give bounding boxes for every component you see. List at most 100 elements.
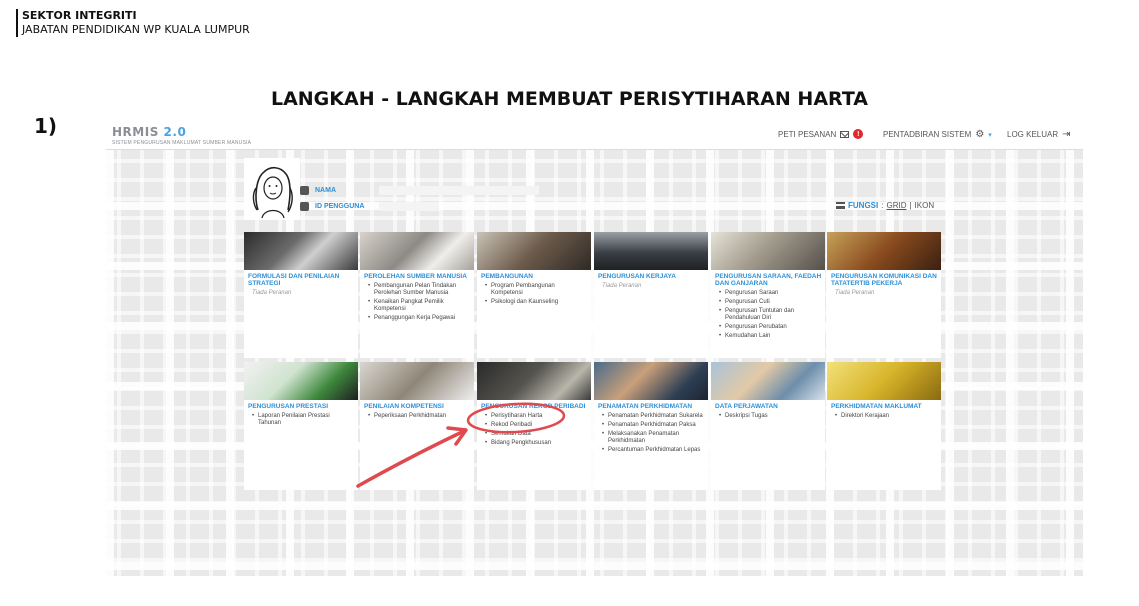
tile-image [244,232,358,270]
view-ikon[interactable]: IKON [915,201,935,210]
tile-title: FORMULASI DAN PENILAIAN STRATEGI [248,273,340,287]
tile-image [360,232,474,270]
step-number: 1) [34,114,58,138]
tile-list: Program Pembangunan Kompetensi Psikologi… [477,280,591,306]
tile-image [711,362,825,400]
list-item[interactable]: Melaksanakan Penamatan Perkhidmatan [602,431,704,445]
id-pengguna-value [379,201,439,211]
tile-image [477,232,591,270]
list-item[interactable]: Pembangunan Pelan Tindakan Perolehan Sum… [368,283,470,297]
tile-image [827,232,941,270]
tile-rekod-peribadi[interactable]: PENGURUSAN REKOD PERIBADI Perisytiharan … [477,362,591,490]
user-icon [300,185,309,195]
tile-image [827,362,941,400]
gear-icon: ⚙ [975,129,985,140]
profile-nama-row: NAMA [300,182,539,198]
page-background: NAMA ID PENGGUNA FUNGSI : GRID | IKON FO… [106,150,1083,576]
avatar-illustration-icon [244,158,300,220]
logout-label: LOG KELUAR [1007,130,1059,139]
tile-list: Deskripsi Tugas [711,410,825,420]
tile-empty: Tiada Peranan [252,290,292,296]
view-selector: FUNGSI : GRID | IKON [836,201,934,210]
tile-saraan[interactable]: PENGURUSAN SARAAN, FAEDAH DAN GANJARAN P… [711,232,825,358]
tile-list: Penamatan Perkhidmatan Sukarela Penamata… [594,410,708,454]
list-item[interactable]: Pengurusan Cuti [719,299,821,306]
tile-title: PENGURUSAN KERJAYA [598,273,676,280]
tile-list: Pengurusan Saraan Pengurusan Cuti Pengur… [711,287,825,340]
tile-image [477,362,591,400]
list-item[interactable]: Peperiksaan Perkhidmatan [368,413,470,420]
nav-peti-pesanan[interactable]: PETI PESANAN ! [778,129,864,139]
tile-title: PENGURUSAN KOMUNIKASI DAN TATATERTIB PEK… [831,273,937,287]
view-fungsi[interactable]: FUNGSI [848,201,878,210]
view-sep-pipe: | [909,201,912,210]
list-item[interactable]: Psikologi dan Kaunseling [485,299,587,306]
list-item[interactable]: Pengurusan Saraan [719,290,821,297]
envelope-icon [840,130,850,138]
list-icon [836,202,845,209]
tile-formulasi[interactable]: FORMULASI DAN PENILAIAN STRATEGI Tiada P… [244,232,358,358]
list-item[interactable]: Semakan Data [485,431,587,438]
tile-kerjaya[interactable]: PENGURUSAN KERJAYA Tiada Peranan [594,232,708,358]
hrmis-logo[interactable]: HRMIS 2.0 SISTEM PENGURUSAN MAKLUMAT SUM… [112,125,251,146]
list-item[interactable]: Penanggungan Kerja Pegawai [368,315,470,322]
list-item[interactable]: Laporan Penilaian Prestasi Tahunan [252,413,354,427]
view-grid[interactable]: GRID [886,201,906,210]
list-item[interactable]: Deskripsi Tugas [719,413,821,420]
list-item[interactable]: Pengurusan Perubatan [719,324,821,331]
tile-empty: Tiada Peranan [602,283,642,289]
tile-image [244,362,358,400]
nama-value [379,185,539,195]
list-item[interactable]: Direktori Kerajaan [835,413,937,420]
profile-info: NAMA ID PENGGUNA [300,182,539,214]
app-topbar: HRMIS 2.0 SISTEM PENGURUSAN MAKLUMAT SUM… [106,118,1083,150]
brand-name: HRMIS [112,125,159,139]
brand-version: 2.0 [163,125,187,139]
list-item[interactable]: Percantuman Perkhidmatan Lepas [602,447,704,454]
slide-title: LANGKAH - LANGKAH MEMBUAT PERISYTIHARAN … [270,88,869,110]
list-item[interactable]: Program Pembangunan Kompetensi [485,283,587,297]
tile-penamatan[interactable]: PENAMATAN PERKHIDMATAN Penamatan Perkhid… [594,362,708,490]
tile-list: Perisytiharan Harta Rekod Peribadi Semak… [477,410,591,447]
nav-log-keluar[interactable]: LOG KELUAR ⇥ [1007,129,1071,140]
tile-title: PENGURUSAN SARAAN, FAEDAH DAN GANJARAN [715,273,822,287]
nav-pentadbiran[interactable]: PENTADBIRAN SISTEM ⚙ ▾ [883,129,992,140]
profile-id-row: ID PENGGUNA [300,198,539,214]
tile-title: PENILAIAN KOMPETENSI [364,403,444,410]
peti-label: PETI PESANAN [778,129,837,139]
tile-image [594,362,708,400]
list-item[interactable]: Bidang Pengkhususan [485,440,587,447]
tile-image [711,232,825,270]
tile-list: Peperiksaan Perkhidmatan [360,410,474,420]
list-item[interactable]: Penamatan Perkhidmatan Sukarela [602,413,704,420]
tile-title: PENAMATAN PERKHIDMATAN [598,403,693,410]
brand-subtitle: SISTEM PENGURUSAN MAKLUMAT SUMBER MANUSI… [112,140,252,146]
notification-badge: ! [853,129,864,139]
tile-list: Direktori Kerajaan [827,410,941,420]
tile-komunikasi[interactable]: PENGURUSAN KOMUNIKASI DAN TATATERTIB PEK… [827,232,941,358]
tile-perkhidmatan-maklumat[interactable]: PERKHIDMATAN MAKLUMAT Direktori Kerajaan [827,362,941,490]
tile-title: DATA PERJAWATAN [715,403,778,410]
list-item[interactable]: Rekod Peribadi [485,422,587,429]
tile-list: Pembangunan Pelan Tindakan Perolehan Sum… [360,280,474,322]
logout-icon: ⇥ [1062,129,1071,140]
list-item[interactable]: Pengurusan Tuntutan dan Pendahuluan Diri [719,308,821,322]
sector-title: SEKTOR INTEGRITI [22,9,137,22]
tile-title: PEMBANGUNAN [481,273,533,280]
list-item-perisytiharan-harta[interactable]: Perisytiharan Harta [485,413,587,420]
list-item[interactable]: Penamatan Perkhidmatan Paksa [602,422,704,429]
tile-perolehan[interactable]: PEROLEHAN SUMBER MANUSIA Pembangunan Pel… [360,232,474,358]
tile-title: PERKHIDMATAN MAKLUMAT [831,403,922,410]
list-item[interactable]: Kemudahan Lain [719,333,821,340]
id-card-icon [300,201,309,211]
tile-prestasi[interactable]: PENGURUSAN PRESTASI Laporan Penilaian Pr… [244,362,358,490]
tile-title: PENGURUSAN REKOD PERIBADI [481,403,586,410]
sector-header: SEKTOR INTEGRITI JABATAN PENDIDIKAN WP K… [16,9,250,37]
list-item[interactable]: Kenaikan Pangkat Pemilik Kompetensi [368,299,470,313]
nama-label: NAMA [315,186,336,194]
chevron-down-icon: ▾ [988,131,992,139]
tile-pembangunan[interactable]: PEMBANGUNAN Program Pembangunan Kompeten… [477,232,591,358]
tile-kompetensi[interactable]: PENILAIAN KOMPETENSI Peperiksaan Perkhid… [360,362,474,490]
tile-perjawatan[interactable]: DATA PERJAWATAN Deskripsi Tugas [711,362,825,490]
tile-image [594,232,708,270]
